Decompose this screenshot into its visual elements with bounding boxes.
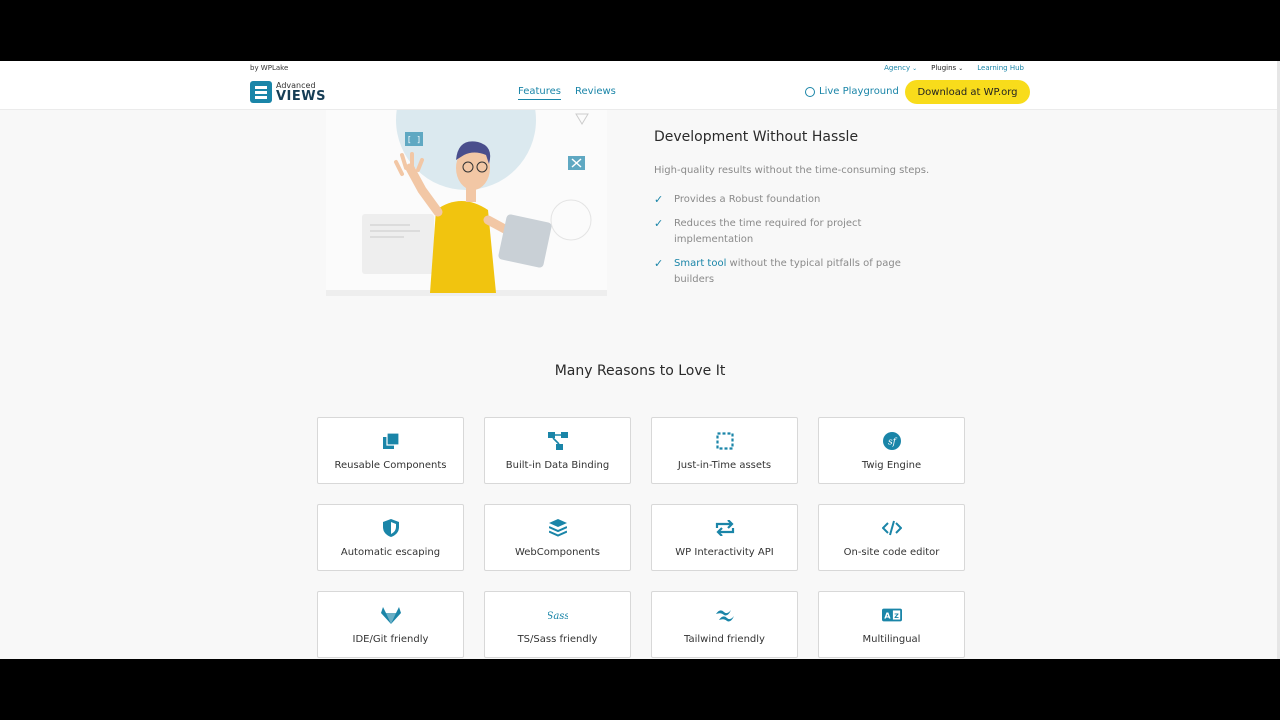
feature-card-webcomponents[interactable]: WebComponents [484,504,631,571]
svg-text:Z: Z [894,613,899,620]
hero-subtitle: High-quality results without the time-co… [654,165,930,176]
check-icon: ✓ [654,257,664,270]
card-label: WebComponents [514,546,601,558]
dashed-square-icon [715,431,735,451]
card-label: IDE/Git friendly [352,633,429,645]
site-header: Advanced VIEWS Features Reviews Live Pla… [0,76,1280,110]
list-item-text: Smart tool without the typical pitfalls … [674,256,929,288]
list-item-text: Reduces the time required for project im… [674,216,929,248]
feature-card-multilingual[interactable]: AZ Multilingual [818,591,965,658]
translate-icon: AZ [881,605,902,625]
card-label: Multilingual [862,633,921,645]
repeat-icon [715,518,735,538]
page-viewport: by WPLake Agency ⌄ Plugins ⌄ Learning Hub … [0,61,1280,659]
globe-icon [805,86,815,97]
nav-features[interactable]: Features [518,86,561,100]
card-label: Tailwind friendly [684,633,765,645]
hero-title: Development Without Hassle [654,129,859,145]
sass-icon: Sass [548,605,568,625]
card-label: TS/Sass friendly [517,633,598,645]
live-playground-link[interactable]: Live Playground [805,86,899,97]
top-link-plugins[interactable]: Plugins ⌄ [931,64,963,72]
symfony-icon: sf [882,431,902,451]
feature-card-ide-git[interactable]: IDE/Git friendly [317,591,464,658]
check-icon: ✓ [654,217,664,230]
check-icon: ✓ [654,193,664,206]
svg-text:Sass: Sass [548,611,568,622]
logo[interactable]: Advanced VIEWS [250,81,326,103]
card-label: Just-in-Time assets [677,459,772,471]
logo-line-2: VIEWS [276,88,326,104]
feature-card-data-binding[interactable]: Built-in Data Binding [484,417,631,484]
hero-features: Development Without Hassle High-quality … [654,129,929,296]
code-icon [881,518,902,538]
by-wplake: by WPLake [250,64,289,72]
gitlab-icon [380,605,401,625]
feature-card-just-in-time[interactable]: Just-in-Time assets [651,417,798,484]
main-nav: Features Reviews [518,86,616,100]
feature-card-automatic-escaping[interactable]: Automatic escaping [317,504,464,571]
live-playground-label: Live Playground [819,86,899,97]
card-label: WP Interactivity API [675,546,774,558]
nav-reviews[interactable]: Reviews [575,86,616,100]
list-item: ✓ Smart tool without the typical pitfall… [654,256,929,288]
feature-card-twig-engine[interactable]: sf Twig Engine [818,417,965,484]
chevron-down-icon: ⌄ [958,64,964,72]
reasons-title: Many Reasons to Love It [554,363,726,379]
list-item-body: Provides a Robust foundation [674,194,821,205]
list-item-body: Reduces the time required for project im… [674,218,862,245]
top-link-plugins-label: Plugins [931,64,957,72]
developer-illustration: [ ] [326,110,607,296]
card-label: Twig Engine [861,459,922,471]
top-link-learning-hub[interactable]: Learning Hub [977,64,1024,72]
card-label: Automatic escaping [340,546,441,558]
list-item-text: Provides a Robust foundation [674,192,820,208]
feature-card-tailwind[interactable]: Tailwind friendly [651,591,798,658]
list-item: ✓ Provides a Robust foundation [654,192,929,208]
top-link-agency-label: Agency [884,64,911,72]
hero-feature-list: ✓ Provides a Robust foundation ✓ Reduces… [654,192,929,288]
card-label: Reusable Components [334,459,447,471]
top-link-agency[interactable]: Agency ⌄ [884,64,917,72]
top-links: Agency ⌄ Plugins ⌄ Learning Hub [884,64,1024,72]
card-label: Built-in Data Binding [505,459,610,471]
shield-icon [381,518,401,538]
card-label: On-site code editor [843,546,940,558]
feature-card-code-editor[interactable]: On-site code editor [818,504,965,571]
top-link-learning-hub-label: Learning Hub [977,64,1024,72]
logo-text: Advanced VIEWS [276,81,326,104]
svg-text:[ ]: [ ] [407,135,421,144]
feature-card-interactivity-api[interactable]: WP Interactivity API [651,504,798,571]
reasons-grid: Reusable Components Built-in Data Bindin… [317,417,965,658]
list-item: ✓ Reduces the time required for project … [654,216,929,248]
top-strip: by WPLake Agency ⌄ Plugins ⌄ Learning Hub [0,61,1280,76]
feature-card-ts-sass[interactable]: Sass TS/Sass friendly [484,591,631,658]
chevron-down-icon: ⌄ [912,64,918,72]
copy-icon [381,431,401,451]
smart-tool-link[interactable]: Smart tool [674,258,726,269]
download-button[interactable]: Download at WP.org [905,80,1030,104]
layers-icon [548,518,568,538]
logo-icon [250,81,272,103]
sitemap-icon [547,431,568,451]
tailwind-icon [715,605,735,625]
svg-text:A: A [884,610,891,620]
feature-card-reusable-components[interactable]: Reusable Components [317,417,464,484]
